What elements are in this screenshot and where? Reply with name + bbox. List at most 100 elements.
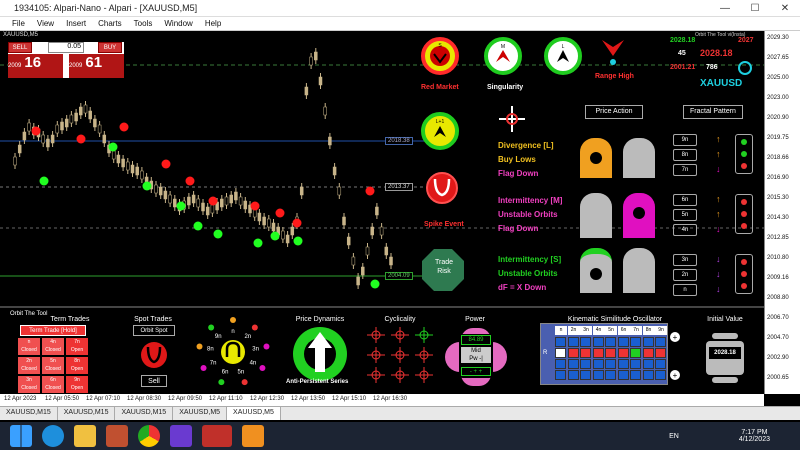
cyclicality-crosshair-icon (391, 347, 409, 363)
tab-chart-5[interactable]: XAUUSD,M5 (227, 407, 281, 420)
price-tick: 2010.80 (767, 255, 789, 261)
candle-body (309, 56, 313, 66)
count-6n[interactable]: 6n (673, 194, 697, 206)
header-value-2: 2027 (738, 37, 754, 44)
time-axis[interactable]: 12 Apr 2023 12 Apr 05:50 12 Apr 07:10 12 Ap… (0, 394, 764, 406)
count-4n[interactable]: 4n (673, 224, 697, 236)
menu-help[interactable]: Help (205, 19, 221, 28)
count-9n[interactable]: 9n (673, 134, 697, 146)
kinematic-cell (580, 337, 591, 347)
cyclicality-title: Cyclicality (384, 316, 416, 323)
term-trade-hold-button[interactable]: Term Trade [Hold] (20, 325, 86, 336)
kinematic-cell (655, 337, 666, 347)
sell-signal-dot (119, 122, 129, 132)
candle-body (318, 76, 323, 86)
alpari-icon[interactable] (202, 425, 232, 447)
clock-time[interactable]: 7:17 PM (739, 429, 770, 436)
term-trade-cell[interactable]: 2n Closed (18, 357, 40, 374)
tab-chart-4[interactable]: XAUUSD,M5 (173, 407, 228, 420)
term-trade-cell[interactable]: 9n Open (66, 376, 88, 393)
term-trade-cell-label: 4n Closed (45, 339, 61, 353)
tab-chart-1[interactable]: XAUUSD,M15 (0, 407, 58, 420)
cyclicality-crosshair-icon (415, 367, 433, 383)
chart-tabs: XAUUSD,M15 XAUUSD,M15 XAUUSD,M15 XAUUSD,… (0, 406, 800, 420)
file-explorer-icon[interactable] (74, 425, 96, 447)
time-tick: 12 Apr 08:30 (127, 396, 162, 402)
price-chart[interactable]: XAUUSD,M5 SELL 0.05 BUY 2009 16 2009 61 20… (0, 31, 764, 394)
sell-quote[interactable]: 2009 16 (8, 54, 63, 78)
term-trade-cell[interactable]: 5n Closed (42, 357, 64, 374)
price-axis[interactable]: 2029.30 2027.65 2025.00 2023.00 2020.90 2019.… (764, 31, 800, 394)
count-3n[interactable]: 3n (673, 254, 697, 266)
cyclicality-crosshair-icon (367, 327, 385, 343)
l-indicator-icon: L (544, 37, 582, 75)
buy-button[interactable]: BUY (98, 42, 122, 53)
candle-body (60, 121, 64, 131)
close-button[interactable]: ✕ (770, 0, 800, 17)
spike-event-label: Spike Event (424, 221, 464, 228)
window-title: 1934105: Alpari-Nano - Alpari - [XAUUSD,… (14, 3, 198, 13)
menu-file[interactable]: File (12, 19, 25, 28)
orbit-spot-button[interactable]: Orbit Spot (133, 325, 175, 336)
term-trade-cell[interactable]: 8n Open (66, 357, 88, 374)
count-7n[interactable]: 7n (673, 164, 697, 176)
signal-L-line2: Buy Lows (498, 155, 536, 164)
triangle-app-icon[interactable] (242, 425, 264, 447)
term-trade-cell[interactable]: 3n Closed (18, 376, 40, 393)
time-tick: 12 Apr 13:50 (291, 396, 326, 402)
price-tick: 2004.70 (767, 335, 789, 341)
tab-chart-2[interactable]: XAUUSD,M15 (58, 407, 116, 420)
price-tick: 2016.90 (767, 175, 789, 181)
lot-size-input[interactable]: 0.05 (48, 42, 84, 53)
sell-signal-dot (365, 186, 375, 196)
m-magenta-block (623, 193, 655, 238)
l-orange-block (580, 138, 612, 178)
price-tag-4: 2004.09 (385, 272, 413, 280)
term-trade-cell[interactable]: 6n Closed (42, 376, 64, 393)
candle-body (332, 166, 337, 176)
signal-M-line1: Intermittency [M] (498, 196, 563, 205)
sell-button[interactable]: SELL (8, 42, 32, 53)
fractal-pattern-button[interactable]: Fractal Pattern (683, 105, 743, 119)
term-trade-cell[interactable]: 7n Open (66, 338, 88, 355)
buy-quote[interactable]: 2009 61 (69, 54, 124, 78)
tab-chart-3[interactable]: XAUUSD,M15 (115, 407, 174, 420)
maximize-button[interactable]: ☐ (740, 0, 770, 17)
buy-signal-dot (370, 279, 380, 289)
count-8n[interactable]: 8n (673, 149, 697, 161)
candle-body (224, 196, 229, 206)
initial-value-title: Initial Value (707, 316, 743, 323)
term-trade-cell[interactable]: n Closed (18, 338, 40, 355)
candle-body (379, 226, 384, 236)
language-indicator[interactable]: EN (669, 433, 679, 440)
header-value-1: 2028.18 (670, 37, 696, 44)
count-2n[interactable]: 2n (673, 269, 697, 281)
menu-charts[interactable]: Charts (98, 19, 122, 28)
term-trade-cell-label: n Closed (21, 339, 37, 353)
menu-insert[interactable]: Insert (66, 19, 86, 28)
sell-signal-dot (275, 208, 285, 218)
kinematic-header-cell: n (555, 326, 567, 335)
windows-start-icon[interactable] (10, 425, 32, 447)
price-action-button[interactable]: Price Action (585, 105, 643, 119)
term-trade-cell[interactable]: 4n Closed (42, 338, 64, 355)
edge-icon[interactable] (42, 425, 64, 447)
candle-body (262, 216, 266, 226)
minimize-button[interactable]: — (710, 0, 740, 17)
clock-date[interactable]: 4/12/2023 (739, 436, 770, 443)
ring-dot (200, 365, 207, 371)
spot-sell-button[interactable]: Sell (141, 375, 167, 387)
kinematic-cell (592, 370, 604, 380)
count-n[interactable]: n (673, 284, 697, 296)
purple-app-icon[interactable] (170, 425, 192, 447)
menu-window[interactable]: Window (164, 19, 192, 28)
kinematic-cell (555, 337, 566, 347)
menu-view[interactable]: View (37, 19, 54, 28)
s-gray-block (623, 248, 655, 293)
kinematic-side-controls[interactable]: + + (668, 331, 682, 381)
count-5n[interactable]: 5n (673, 209, 697, 221)
media-icon[interactable] (106, 425, 128, 447)
chrome-icon[interactable] (138, 425, 160, 447)
kinematic-cell (605, 359, 616, 369)
menu-tools[interactable]: Tools (134, 19, 153, 28)
